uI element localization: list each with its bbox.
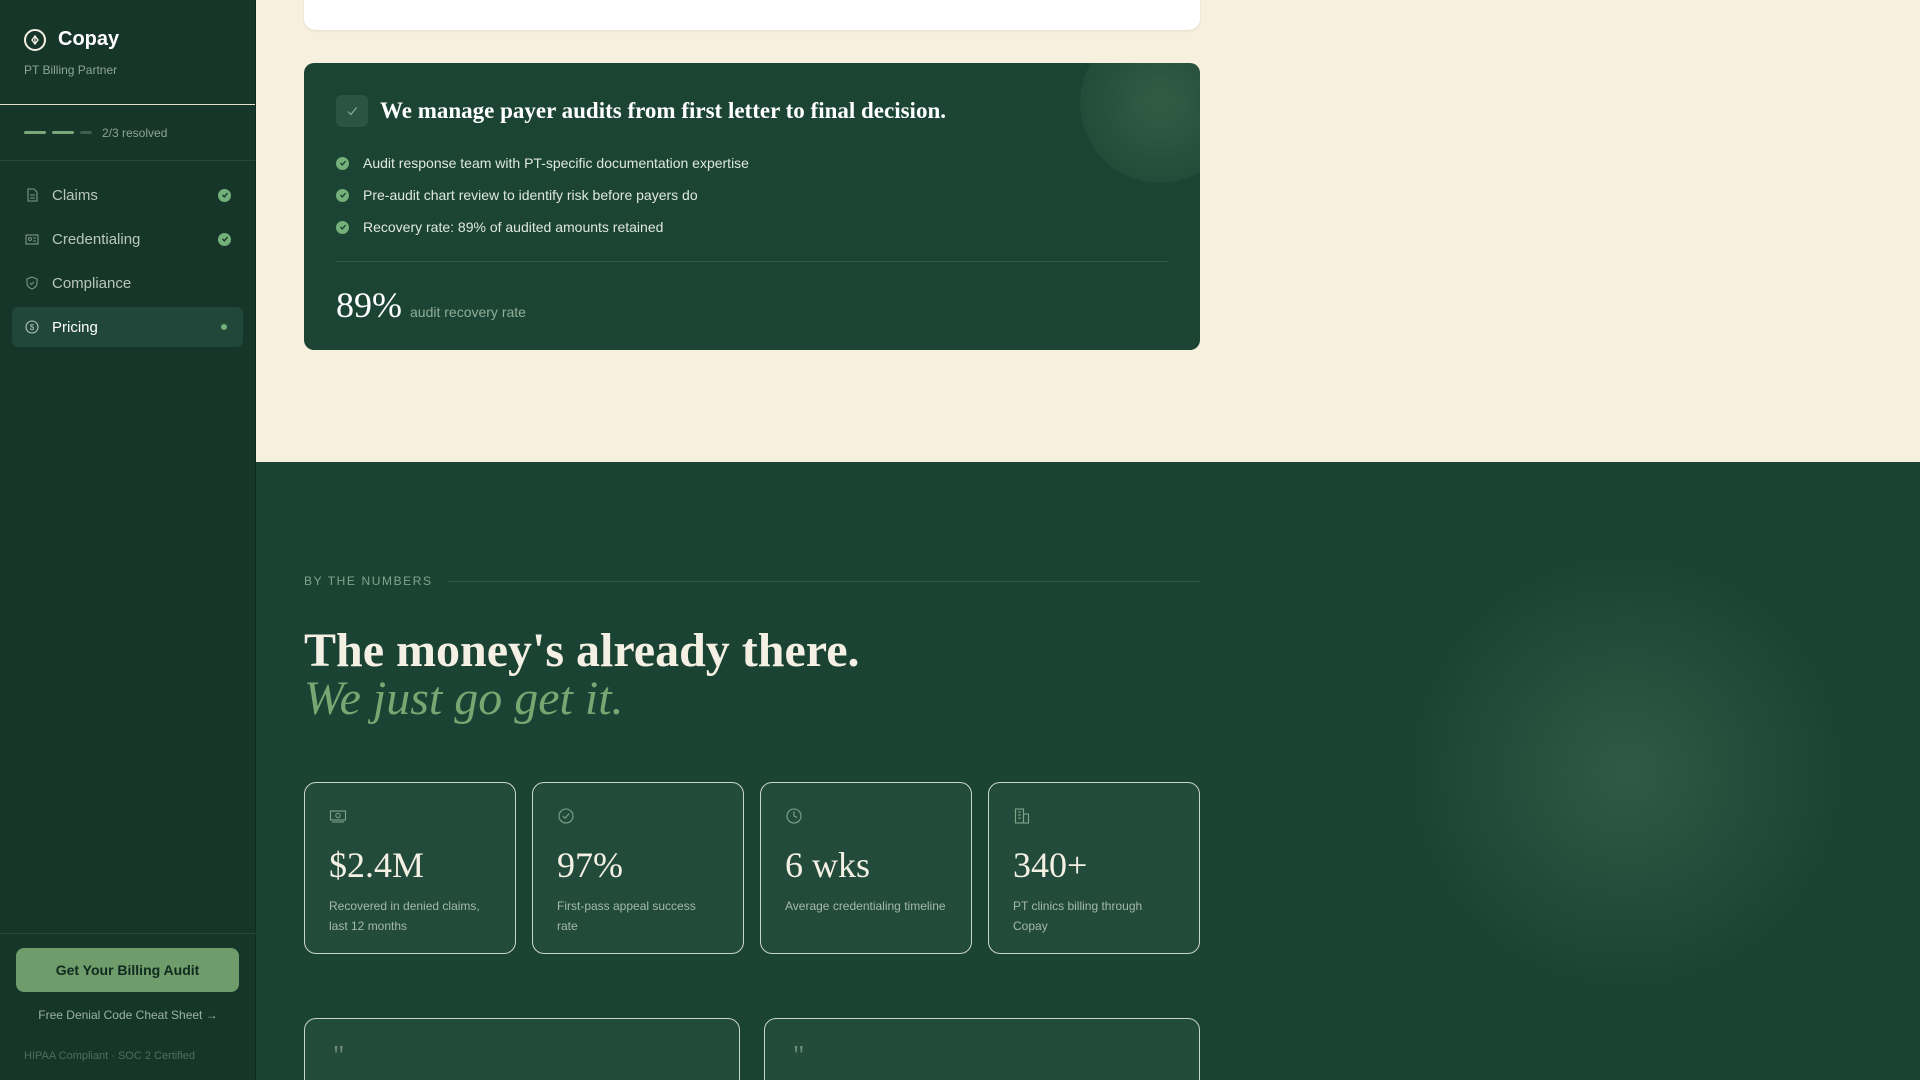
check-icon [336,220,349,234]
sidebar-item-label: Compliance [52,274,132,292]
section-eyebrow: BY THE NUMBERS [304,574,1200,588]
bullet-text: Recovery rate: 89% of audited amounts re… [363,219,664,235]
brand: Copay PT Billing Partner [0,0,255,105]
list-item: Audit response team with PT-specific doc… [336,147,1168,179]
audit-title: We manage payer audits from first letter… [380,98,946,123]
background-glow [1406,552,1846,992]
audit-stat-caption: audit recovery rate [410,304,526,320]
check-circle-icon [557,808,575,829]
stat-value: $2.4M [329,845,425,885]
quote-icon: " [333,1041,345,1072]
audit-stat: 89% audit recovery rate [336,284,1168,326]
list-item: Pre-audit chart review to identify risk … [336,179,1168,211]
progress-indicator: 2/3 resolved [0,105,255,161]
audit-card: We manage payer audits from first letter… [304,63,1200,350]
stat-label: Recovered in denied claims, last 12 mont… [329,899,480,933]
sidebar-item-label: Credentialing [52,230,141,248]
stat-value: 6 wks [785,845,871,885]
stat-label: First-pass appeal success rate [557,899,696,933]
compliance-text: HIPAA Compliant · SOC 2 Certified [24,1050,195,1062]
stat-value: 97% [557,845,623,885]
check-icon [218,188,231,202]
brand-row[interactable]: Copay [24,28,231,51]
clock-icon [785,808,803,829]
check-icon [218,232,231,246]
get-billing-audit-button[interactable]: Get Your Billing Audit [16,948,239,992]
audit-header: We manage payer audits from first letter… [336,95,1168,127]
progress-segment [24,131,46,134]
audit-bullets: Audit response team with PT-specific doc… [336,147,1168,243]
sidebar-item-credentialing[interactable]: Credentialing [12,219,243,259]
progress-segment [52,131,74,134]
brand-subtitle: PT Billing Partner [24,63,118,77]
testimonials-row: " " [304,1018,1200,1080]
sidebar: Copay PT Billing Partner 2/3 resolved Cl… [0,0,256,1080]
top-card [304,0,1200,30]
testimonial-card: " [304,1018,740,1080]
stat-card: $2.4M Recovered in denied claims, last 1… [304,782,516,954]
building-icon [1013,808,1031,829]
cheat-sheet-link[interactable]: Free Denial Code Cheat Sheet → [16,1008,240,1022]
section-headline-italic: We just go get it. [304,672,624,725]
eyebrow-line [446,580,1200,582]
stat-value: 340+ [1013,845,1088,885]
sidebar-item-compliance[interactable]: Compliance [12,263,243,303]
cash-icon [329,810,347,829]
eyebrow-text: BY THE NUMBERS [304,574,433,588]
list-item: Recovery rate: 89% of audited amounts re… [336,211,1168,243]
document-icon [24,187,40,203]
stat-card: 6 wks Average credentialing timeline [760,782,972,954]
divider [336,261,1168,262]
id-card-icon [24,231,40,247]
dollar-circle-icon: $ [24,319,40,335]
testimonial-card: " [764,1018,1200,1080]
bullet-text: Audit response team with PT-specific doc… [363,155,749,171]
active-indicator [221,324,227,330]
bullet-text: Pre-audit chart review to identify risk … [363,187,698,203]
sidebar-item-label: Pricing [52,318,98,336]
stat-label: Average credentialing timeline [785,899,946,913]
sidebar-item-pricing[interactable]: $ Pricing [12,307,243,347]
stat-card: 97% First-pass appeal success rate [532,782,744,954]
sidebar-item-label: Claims [52,186,98,204]
check-icon [336,156,349,170]
stat-card: 340+ PT clinics billing through Copay [988,782,1200,954]
progress-segment [80,131,92,134]
svg-text:$: $ [30,323,35,332]
progress-text: 2/3 resolved [102,125,168,140]
stats-row: $2.4M Recovered in denied claims, last 1… [304,782,1200,954]
sidebar-item-claims[interactable]: Claims [12,175,243,215]
logo-icon [24,28,46,51]
sidebar-nav: Claims Credentialing Compliance $ Pricin… [0,161,255,365]
stat-label: PT clinics billing through Copay [1013,899,1143,933]
quote-icon: " [793,1041,805,1072]
brand-name: Copay [58,28,120,50]
check-icon [336,188,349,202]
checkmark-icon [336,95,368,127]
numbers-section: BY THE NUMBERS The money's already there… [256,462,1920,1080]
shield-icon [24,275,40,291]
section-headline: The money's already there. [304,624,860,677]
sidebar-footer: Get Your Billing Audit Free Denial Code … [0,933,256,1080]
audit-stat-value: 89% [336,285,402,325]
